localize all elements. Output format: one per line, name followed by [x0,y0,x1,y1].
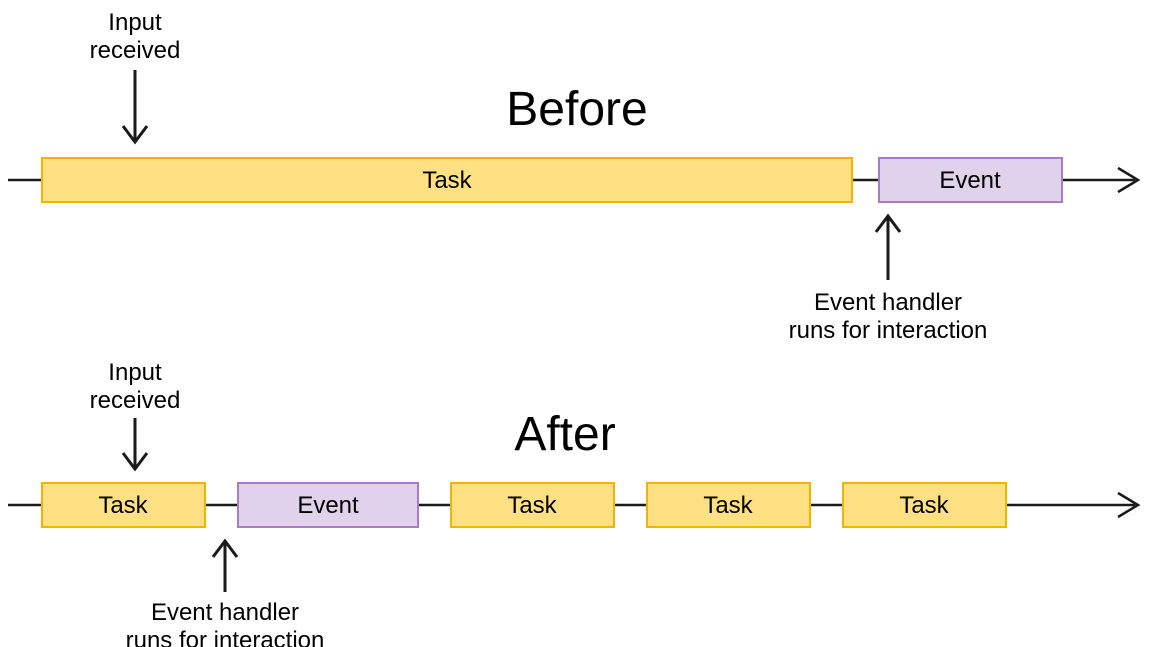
after-event-block: Event [238,483,418,527]
after-event-label: Event [297,492,359,519]
after-task2-block: Task [451,483,614,527]
before-title: Before [506,83,647,136]
before-task-block: Task [42,158,852,202]
diagram-root: Before Task Event Input received [0,0,1155,647]
arrow-down-icon [123,418,147,469]
after-title: After [514,408,615,461]
after-task4-block: Task [843,483,1006,527]
after-task1-label: Task [98,492,148,519]
after-input-line2: received [90,387,181,414]
after-task3-block: Task [647,483,810,527]
arrow-down-icon [123,70,147,142]
before-input-line1: Input [108,9,162,36]
after-section: After Task Event Task Ta [8,359,1138,647]
before-input-line2: received [90,37,181,64]
after-task3-label: Task [703,492,753,519]
after-input-annotation: Input received [90,359,181,469]
before-handler-annotation: Event handler runs for interaction [789,216,988,344]
before-event-block: Event [879,158,1062,202]
after-handler-line2: runs for interaction [126,627,325,647]
after-task1-block: Task [42,483,205,527]
after-input-line1: Input [108,359,162,386]
before-event-label: Event [939,167,1001,194]
arrow-up-icon [213,541,237,592]
after-handler-annotation: Event handler runs for interaction [126,541,325,647]
before-handler-line1: Event handler [814,289,962,316]
after-task2-label: Task [507,492,557,519]
before-section: Before Task Event Input received [8,9,1138,344]
before-handler-line2: runs for interaction [789,317,988,344]
after-handler-line1: Event handler [151,599,299,626]
after-task4-label: Task [899,492,949,519]
before-task-label: Task [422,167,472,194]
before-input-annotation: Input received [90,9,181,142]
arrow-up-icon [876,216,900,280]
